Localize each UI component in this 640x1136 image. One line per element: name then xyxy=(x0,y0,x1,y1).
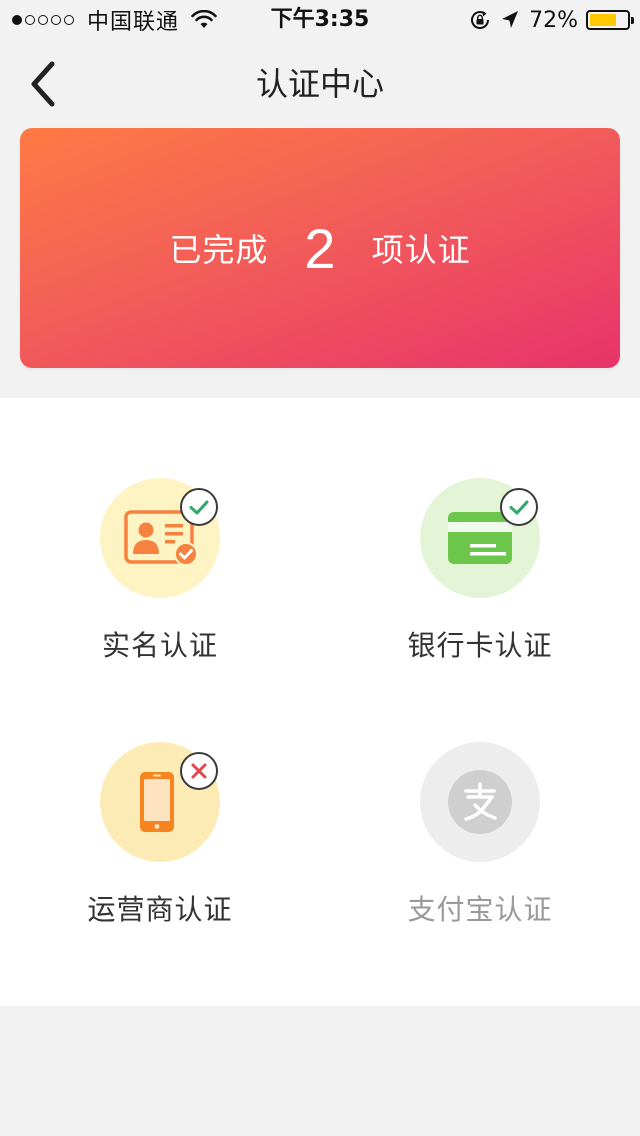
location-arrow-icon xyxy=(502,11,519,28)
verified-badge xyxy=(180,488,218,526)
icon-circle xyxy=(420,742,540,862)
banner-suffix: 项认证 xyxy=(371,231,471,269)
battery-icon xyxy=(586,10,634,30)
auth-item-label: 银行卡认证 xyxy=(407,629,553,662)
completed-count: 2 xyxy=(304,216,336,280)
navigation-bar: 认证中心 xyxy=(0,40,640,128)
auth-item-bank-card[interactable]: 银行卡认证 xyxy=(320,478,640,668)
battery-percent: 72% xyxy=(529,7,578,33)
rotation-lock-icon xyxy=(471,11,490,29)
chevron-left-icon xyxy=(31,61,55,107)
auth-item-real-name[interactable]: 实名认证 xyxy=(0,478,320,668)
close-icon xyxy=(191,763,207,779)
battery-level xyxy=(590,14,616,26)
phone-icon xyxy=(140,772,174,832)
status-bar: 中国联通 下午3:35 72% xyxy=(0,0,640,40)
page-title: 认证中心 xyxy=(255,65,384,103)
auth-grid: 实名认证 银行卡认证 运营商认证 支付宝认证 xyxy=(0,398,640,1006)
alipay-icon xyxy=(448,770,512,834)
auth-item-label: 支付宝认证 xyxy=(407,893,553,926)
verified-badge xyxy=(500,488,538,526)
completion-banner: 已完成 2 项认证 xyxy=(20,128,620,368)
status-right: 72% xyxy=(469,0,634,40)
auth-item-label: 实名认证 xyxy=(101,629,218,662)
failed-badge xyxy=(180,752,218,790)
check-icon xyxy=(189,500,209,515)
check-icon xyxy=(509,500,529,515)
auth-item-alipay[interactable]: 支付宝认证 xyxy=(320,742,640,932)
banner-prefix: 已完成 xyxy=(169,231,269,269)
auth-item-carrier[interactable]: 运营商认证 xyxy=(0,742,320,932)
back-button[interactable] xyxy=(18,54,68,114)
auth-item-label: 运营商认证 xyxy=(87,893,233,926)
